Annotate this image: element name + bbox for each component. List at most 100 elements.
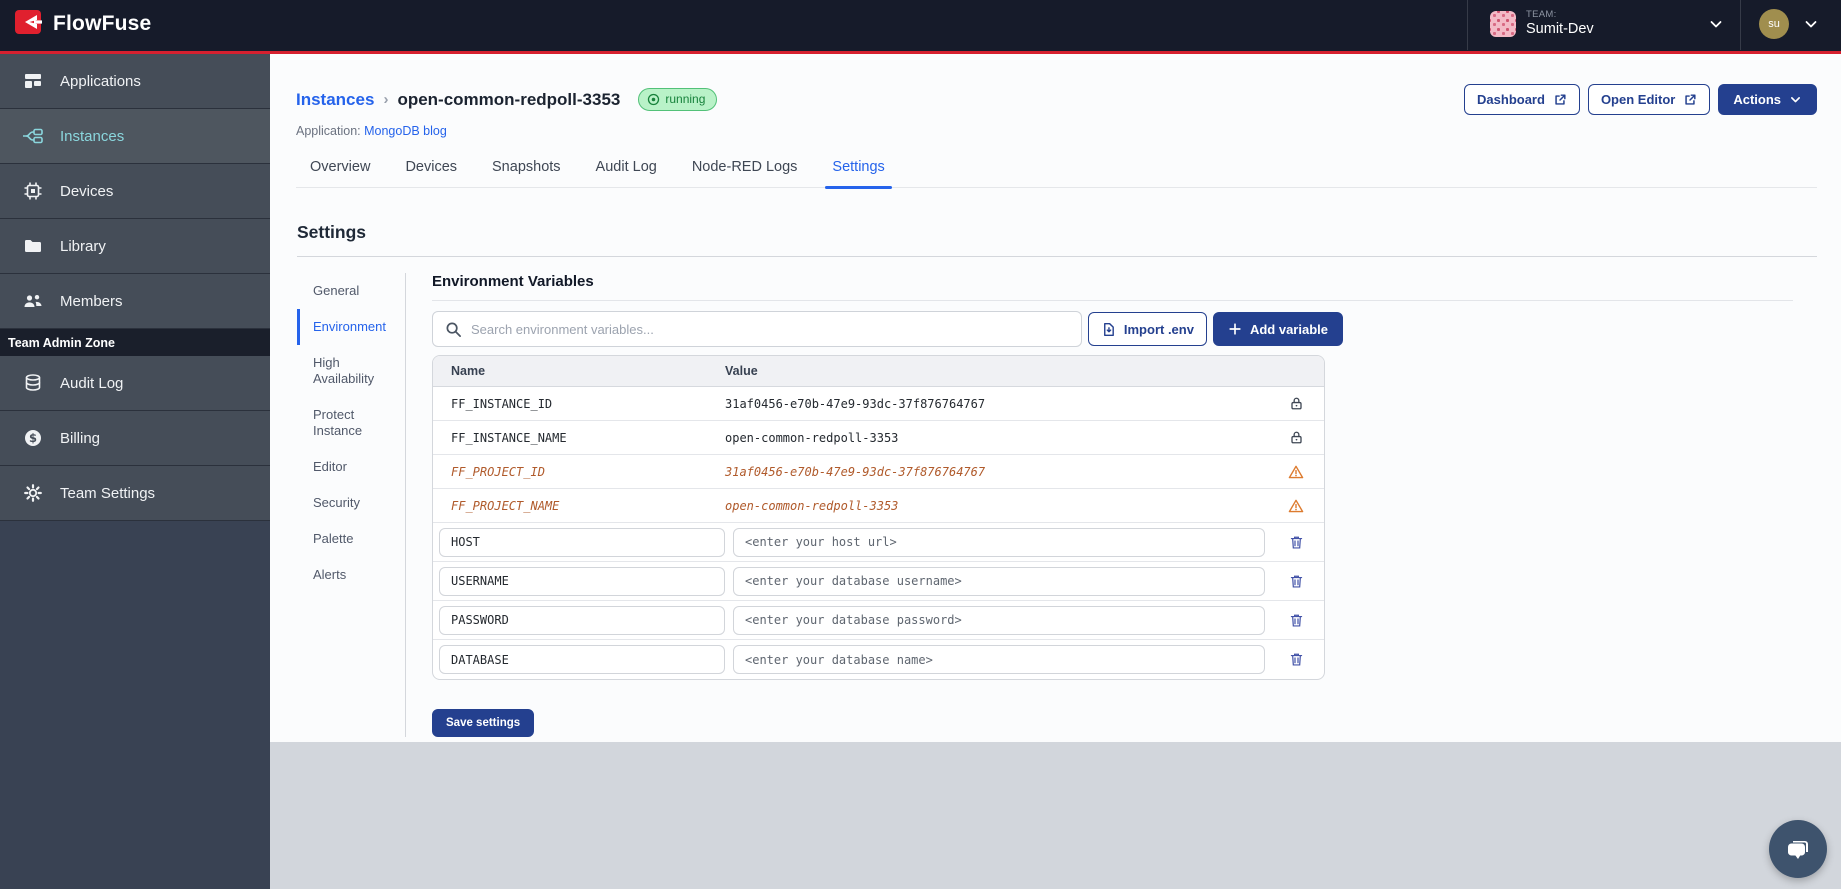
instances-icon xyxy=(22,126,44,146)
tab-devices[interactable]: Devices xyxy=(403,157,459,187)
env-var-name: FF_INSTANCE_NAME xyxy=(451,430,567,445)
sidebar-item-label: Members xyxy=(60,292,123,310)
tab-audit-log[interactable]: Audit Log xyxy=(594,157,659,187)
lock-icon xyxy=(1268,396,1324,411)
flowfuse-logo[interactable]: FlowFuse xyxy=(14,7,151,42)
dashboard-button[interactable]: Dashboard xyxy=(1464,84,1580,115)
sidebar-item-audit-log[interactable]: Audit Log xyxy=(0,356,270,411)
env-var-value-input[interactable] xyxy=(733,605,1265,635)
table-header-row: Name Value xyxy=(433,356,1324,387)
breadcrumb-instances-link[interactable]: Instances xyxy=(296,90,374,110)
team-name: Sumit-Dev xyxy=(1526,21,1594,38)
user-avatar: su xyxy=(1759,9,1789,39)
chevron-down-icon xyxy=(1803,16,1819,32)
settings-nav-palette[interactable]: Palette xyxy=(297,521,405,557)
add-variable-label: Add variable xyxy=(1249,321,1328,337)
top-navbar: FlowFuse TEAM: Sumit-Dev su xyxy=(0,0,1841,54)
env-var-value-input[interactable] xyxy=(733,566,1265,596)
sidebar-item-team-settings[interactable]: Team Settings xyxy=(0,466,270,521)
delete-variable-button[interactable] xyxy=(1268,572,1324,591)
tab-overview[interactable]: Overview xyxy=(308,157,372,187)
chevron-down-icon xyxy=(1708,16,1724,32)
sidebar-item-applications[interactable]: Applications xyxy=(0,54,270,109)
env-var-name: FF_PROJECT_ID xyxy=(451,464,545,479)
env-var-name: FF_PROJECT_NAME xyxy=(451,498,560,513)
settings-nav-environment[interactable]: Environment xyxy=(297,309,405,345)
sidebar-item-instances[interactable]: Instances xyxy=(0,109,270,164)
env-var-name-input[interactable] xyxy=(439,527,725,557)
import-file-icon xyxy=(1101,322,1116,337)
warning-icon xyxy=(1268,498,1324,514)
delete-variable-button[interactable] xyxy=(1268,650,1324,669)
env-var-name-input[interactable] xyxy=(439,645,725,674)
settings-nav-general[interactable]: General xyxy=(297,273,405,309)
settings-nav-alerts[interactable]: Alerts xyxy=(297,557,405,593)
chat-bubbles-icon xyxy=(1783,834,1813,864)
open-editor-button[interactable]: Open Editor xyxy=(1587,84,1711,115)
breadcrumb-chevron: › xyxy=(383,91,389,108)
table-row xyxy=(433,601,1324,640)
table-row xyxy=(433,523,1324,562)
page-background xyxy=(270,742,1841,889)
tab-snapshots[interactable]: Snapshots xyxy=(490,157,563,187)
table-row xyxy=(433,562,1324,601)
actions-button[interactable]: Actions xyxy=(1718,84,1817,115)
applications-icon xyxy=(22,71,44,91)
team-label: TEAM: xyxy=(1526,9,1557,21)
plus-icon xyxy=(1228,322,1242,336)
env-var-value-input[interactable] xyxy=(733,645,1265,674)
import-env-label: Import .env xyxy=(1123,321,1194,337)
table-row xyxy=(433,640,1324,679)
env-var-name-input[interactable] xyxy=(439,605,725,635)
sidebar-item-billing[interactable]: $ Billing xyxy=(0,411,270,466)
application-link[interactable]: MongoDB blog xyxy=(364,124,447,138)
sidebar-item-label: Team Settings xyxy=(60,484,156,502)
settings-nav-editor[interactable]: Editor xyxy=(297,449,405,485)
import-env-button[interactable]: Import .env xyxy=(1087,312,1207,346)
settings-nav-high-availability[interactable]: High Availability xyxy=(297,345,405,397)
tab-node-red-logs[interactable]: Node-RED Logs xyxy=(690,157,800,187)
delete-variable-button[interactable] xyxy=(1268,611,1324,630)
table-row: FF_PROJECT_ID 31af0456-e70b-47e9-93dc-37… xyxy=(433,455,1324,489)
sidebar-item-label: Billing xyxy=(60,429,101,447)
library-folder-icon xyxy=(22,236,44,256)
search-input[interactable] xyxy=(471,321,1069,337)
open-editor-button-label: Open Editor xyxy=(1600,92,1676,107)
delete-variable-button[interactable] xyxy=(1268,533,1324,552)
settings-nav: General Environment High Availability Pr… xyxy=(297,273,406,737)
billing-icon: $ xyxy=(22,428,44,448)
lock-icon xyxy=(1268,430,1324,445)
sidebar-item-library[interactable]: Library xyxy=(0,219,270,274)
env-var-value: 31af0456-e70b-47e9-93dc-37f876764767 xyxy=(725,464,986,479)
status-badge-label: running xyxy=(665,92,706,106)
user-menu[interactable]: su xyxy=(1741,9,1825,39)
chat-widget-button[interactable] xyxy=(1769,820,1827,878)
page-title: open-common-redpoll-3353 xyxy=(397,89,621,109)
env-var-name-input[interactable] xyxy=(439,566,725,596)
environment-variables-heading: Environment Variables xyxy=(432,273,1793,301)
settings-nav-protect-instance[interactable]: Protect Instance xyxy=(297,397,405,449)
env-var-value-input[interactable] xyxy=(733,527,1265,557)
add-variable-button[interactable]: Add variable xyxy=(1212,312,1343,346)
save-settings-button[interactable]: Save settings xyxy=(432,709,535,737)
brand-name: FlowFuse xyxy=(53,12,152,35)
gear-icon xyxy=(22,483,44,503)
sidebar-item-devices[interactable]: Devices xyxy=(0,164,270,219)
sidebar: Applications Instances Devices Library M… xyxy=(0,54,270,889)
sidebar-item-label: Devices xyxy=(60,182,114,200)
running-status-icon xyxy=(647,93,660,106)
devices-icon xyxy=(22,181,44,201)
instance-tabs: Overview Devices Snapshots Audit Log Nod… xyxy=(296,157,1817,189)
members-icon xyxy=(22,291,44,311)
sidebar-item-members[interactable]: Members xyxy=(0,274,270,329)
column-header-value: Value xyxy=(725,364,758,378)
actions-button-label: Actions xyxy=(1733,92,1781,107)
external-link-icon xyxy=(1553,93,1567,107)
team-selector[interactable]: TEAM: Sumit-Dev xyxy=(1468,0,1740,50)
flowfuse-logo-icon xyxy=(14,7,44,42)
settings-heading: Settings xyxy=(297,222,367,242)
settings-nav-security[interactable]: Security xyxy=(297,485,405,521)
search-icon xyxy=(445,321,462,338)
tab-settings[interactable]: Settings xyxy=(825,157,893,189)
chevron-down-icon xyxy=(1789,93,1802,106)
